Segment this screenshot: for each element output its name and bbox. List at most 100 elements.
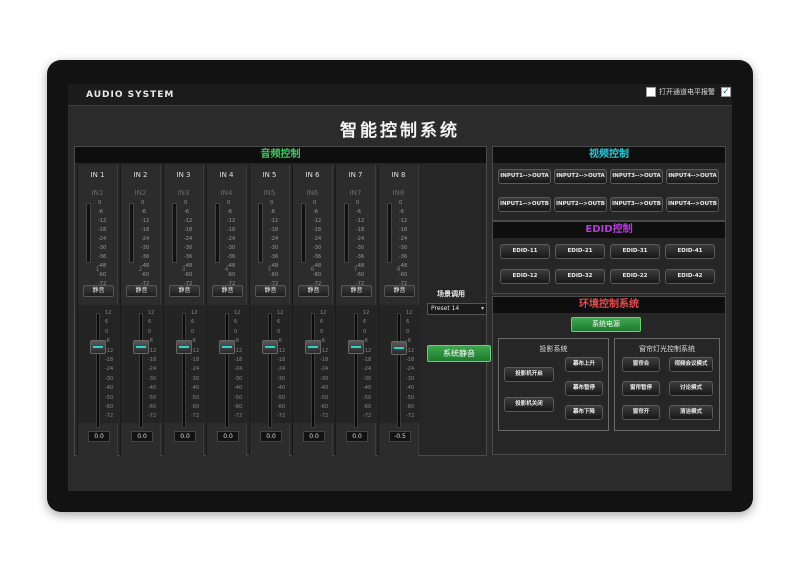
meter-scale: 0 -6 -12 -18 -24 -30 -36 -48 -60 -72: [98, 199, 106, 289]
screen-stop-button[interactable]: 幕布暂停: [565, 381, 603, 396]
gain-value: 0.0: [346, 431, 368, 442]
edid-button[interactable]: EDID-11: [500, 244, 550, 259]
fader-scale-label: -18: [105, 357, 114, 364]
channel-strip: IN 7 IN7 0 -6 -12 -18 -24 -30 -36 -48 -60 -72 7 静音 12 6…: [335, 165, 377, 456]
curtain-close-button[interactable]: 窗帘合: [622, 357, 660, 372]
level-meter: [258, 203, 263, 263]
channel-number: 4: [224, 266, 229, 273]
fader-scale-label: -50: [148, 394, 157, 401]
clean-mode-button[interactable]: 清洁模式: [669, 405, 713, 420]
projector-on-button[interactable]: 投影机开启: [504, 367, 554, 382]
channel-number: 2: [138, 266, 143, 273]
edid-button[interactable]: EDID-42: [665, 269, 715, 284]
mute-button[interactable]: 静音: [212, 285, 243, 297]
fader-scale-label: -72: [148, 413, 157, 420]
edid-button[interactable]: EDID-31: [610, 244, 660, 259]
channel-strip: IN 1 IN1 0 -6 -12 -18 -24 -30 -36 -48 -60 -72 1 静音 12 6…: [77, 165, 119, 456]
fader-knob[interactable]: [90, 340, 106, 354]
video-route-button[interactable]: INPUT3-->OUTA: [610, 169, 663, 184]
meter-scale-label: -36: [356, 254, 365, 260]
fader-scale-label: -40: [406, 385, 415, 392]
fader-knob[interactable]: [262, 340, 278, 354]
fader-scale-label: 0: [148, 328, 152, 335]
fader-scale-label: -18: [277, 357, 286, 364]
fader-track[interactable]: [311, 313, 315, 428]
mute-button[interactable]: 静音: [341, 285, 372, 297]
fader-scale-label: -24: [191, 366, 200, 373]
fader-track[interactable]: [354, 313, 358, 428]
meter-scale-label: -36: [399, 254, 408, 260]
fader-track[interactable]: [139, 313, 143, 428]
mute-button[interactable]: 静音: [126, 285, 157, 297]
edid-button[interactable]: EDID-22: [610, 269, 660, 284]
mute-button[interactable]: 静音: [384, 285, 415, 297]
system-mute-button[interactable]: 系统静音: [427, 345, 491, 362]
fader-scale: 12 6 0 -6 -12 -18 -24 -30 -40 -50 -60 -72: [234, 309, 242, 422]
meter-scale-label: 0: [399, 200, 403, 206]
environment-heading: 环境控制系统: [493, 297, 725, 313]
video-route-button[interactable]: INPUT4-->OUTA: [666, 169, 719, 184]
screen-down-button[interactable]: 幕布下降: [565, 405, 603, 420]
edid-button[interactable]: EDID-21: [555, 244, 605, 259]
lighting-title: 窗帘灯光控制系统: [639, 345, 695, 353]
edid-button[interactable]: EDID-12: [500, 269, 550, 284]
channel-sub-label: IN6: [306, 189, 319, 197]
fader-knob[interactable]: [176, 340, 192, 354]
main-checkbox[interactable]: ✓: [721, 87, 731, 97]
system-power-button[interactable]: 系统电源: [571, 317, 641, 332]
video-route-button[interactable]: INPUT3-->OUTB: [610, 197, 663, 212]
video-route-button[interactable]: INPUT1-->OUTB: [498, 197, 551, 212]
mute-button[interactable]: 静音: [83, 285, 114, 297]
fader-track[interactable]: [96, 313, 100, 428]
meter-scale-label: -18: [98, 227, 107, 233]
mute-button[interactable]: 静音: [255, 285, 286, 297]
fader-scale-label: 6: [148, 319, 152, 326]
fader-track[interactable]: [397, 313, 401, 428]
fader-scale-label: 0: [406, 328, 410, 335]
fader-knob[interactable]: [391, 341, 407, 355]
fader-knob[interactable]: [133, 340, 149, 354]
fader-scale-label: -18: [148, 357, 157, 364]
video-route-button[interactable]: INPUT1-->OUTA: [498, 169, 551, 184]
page-title: 智能控制系统: [340, 121, 460, 141]
mute-button[interactable]: 静音: [169, 285, 200, 297]
curtain-open-button[interactable]: 窗帘开: [622, 405, 660, 420]
screen-up-button[interactable]: 幕布上升: [565, 357, 603, 372]
channel-name: IN 6: [305, 171, 320, 179]
fader-knob[interactable]: [348, 340, 364, 354]
meter-scale-label: -18: [270, 227, 279, 233]
fader-scale-label: -60: [277, 404, 286, 411]
fader-knob[interactable]: [219, 340, 235, 354]
channel-strip: IN 8 IN8 0 -6 -12 -18 -24 -30 -36 -48 -60 -72 8 静音 12 6…: [378, 165, 420, 456]
audio-panel: 音频控制 IN 1 IN1 0 -6 -12 -18 -24 -30 -36 -48 -60 -72 1…: [74, 146, 491, 456]
fader-track[interactable]: [225, 313, 229, 428]
video-panel: 视频控制 INPUT1-->OUTA INPUT2-->OUTA INPUT3-…: [492, 146, 726, 221]
fader-scale-label: -6: [320, 338, 325, 345]
video-route-button[interactable]: INPUT2-->OUTB: [554, 197, 607, 212]
fader-scale-label: -40: [191, 385, 200, 392]
alarm-checkbox[interactable]: [646, 87, 656, 97]
meter-scale-label: -18: [399, 227, 408, 233]
fader-scale-label: -18: [406, 357, 415, 364]
meeting-mode-button[interactable]: 视频会议模式: [669, 357, 713, 372]
fader-track[interactable]: [182, 313, 186, 428]
projector-off-button[interactable]: 投影机关闭: [504, 397, 554, 412]
preset-select[interactable]: Preset 14 ▾: [427, 303, 487, 315]
discussion-mode-button[interactable]: 讨论模式: [669, 381, 713, 396]
edid-button[interactable]: EDID-32: [555, 269, 605, 284]
fader-scale-label: 6: [320, 319, 324, 326]
fader-scale-label: 0: [191, 328, 195, 335]
meter-scale-label: -30: [399, 245, 408, 251]
fader-track[interactable]: [268, 313, 272, 428]
meter-scale-label: -36: [98, 254, 107, 260]
video-route-button[interactable]: INPUT2-->OUTA: [554, 169, 607, 184]
video-route-button[interactable]: INPUT4-->OUTB: [666, 197, 719, 212]
fader-scale-label: -6: [277, 338, 282, 345]
meter-scale: 0 -6 -12 -18 -24 -30 -36 -48 -60 -72: [141, 199, 149, 289]
edid-button[interactable]: EDID-41: [665, 244, 715, 259]
meter-scale-label: -36: [141, 254, 150, 260]
fader-scale-label: -30: [363, 375, 372, 382]
fader-knob[interactable]: [305, 340, 321, 354]
mute-button[interactable]: 静音: [298, 285, 329, 297]
curtain-pause-button[interactable]: 窗帘暂停: [622, 381, 660, 396]
